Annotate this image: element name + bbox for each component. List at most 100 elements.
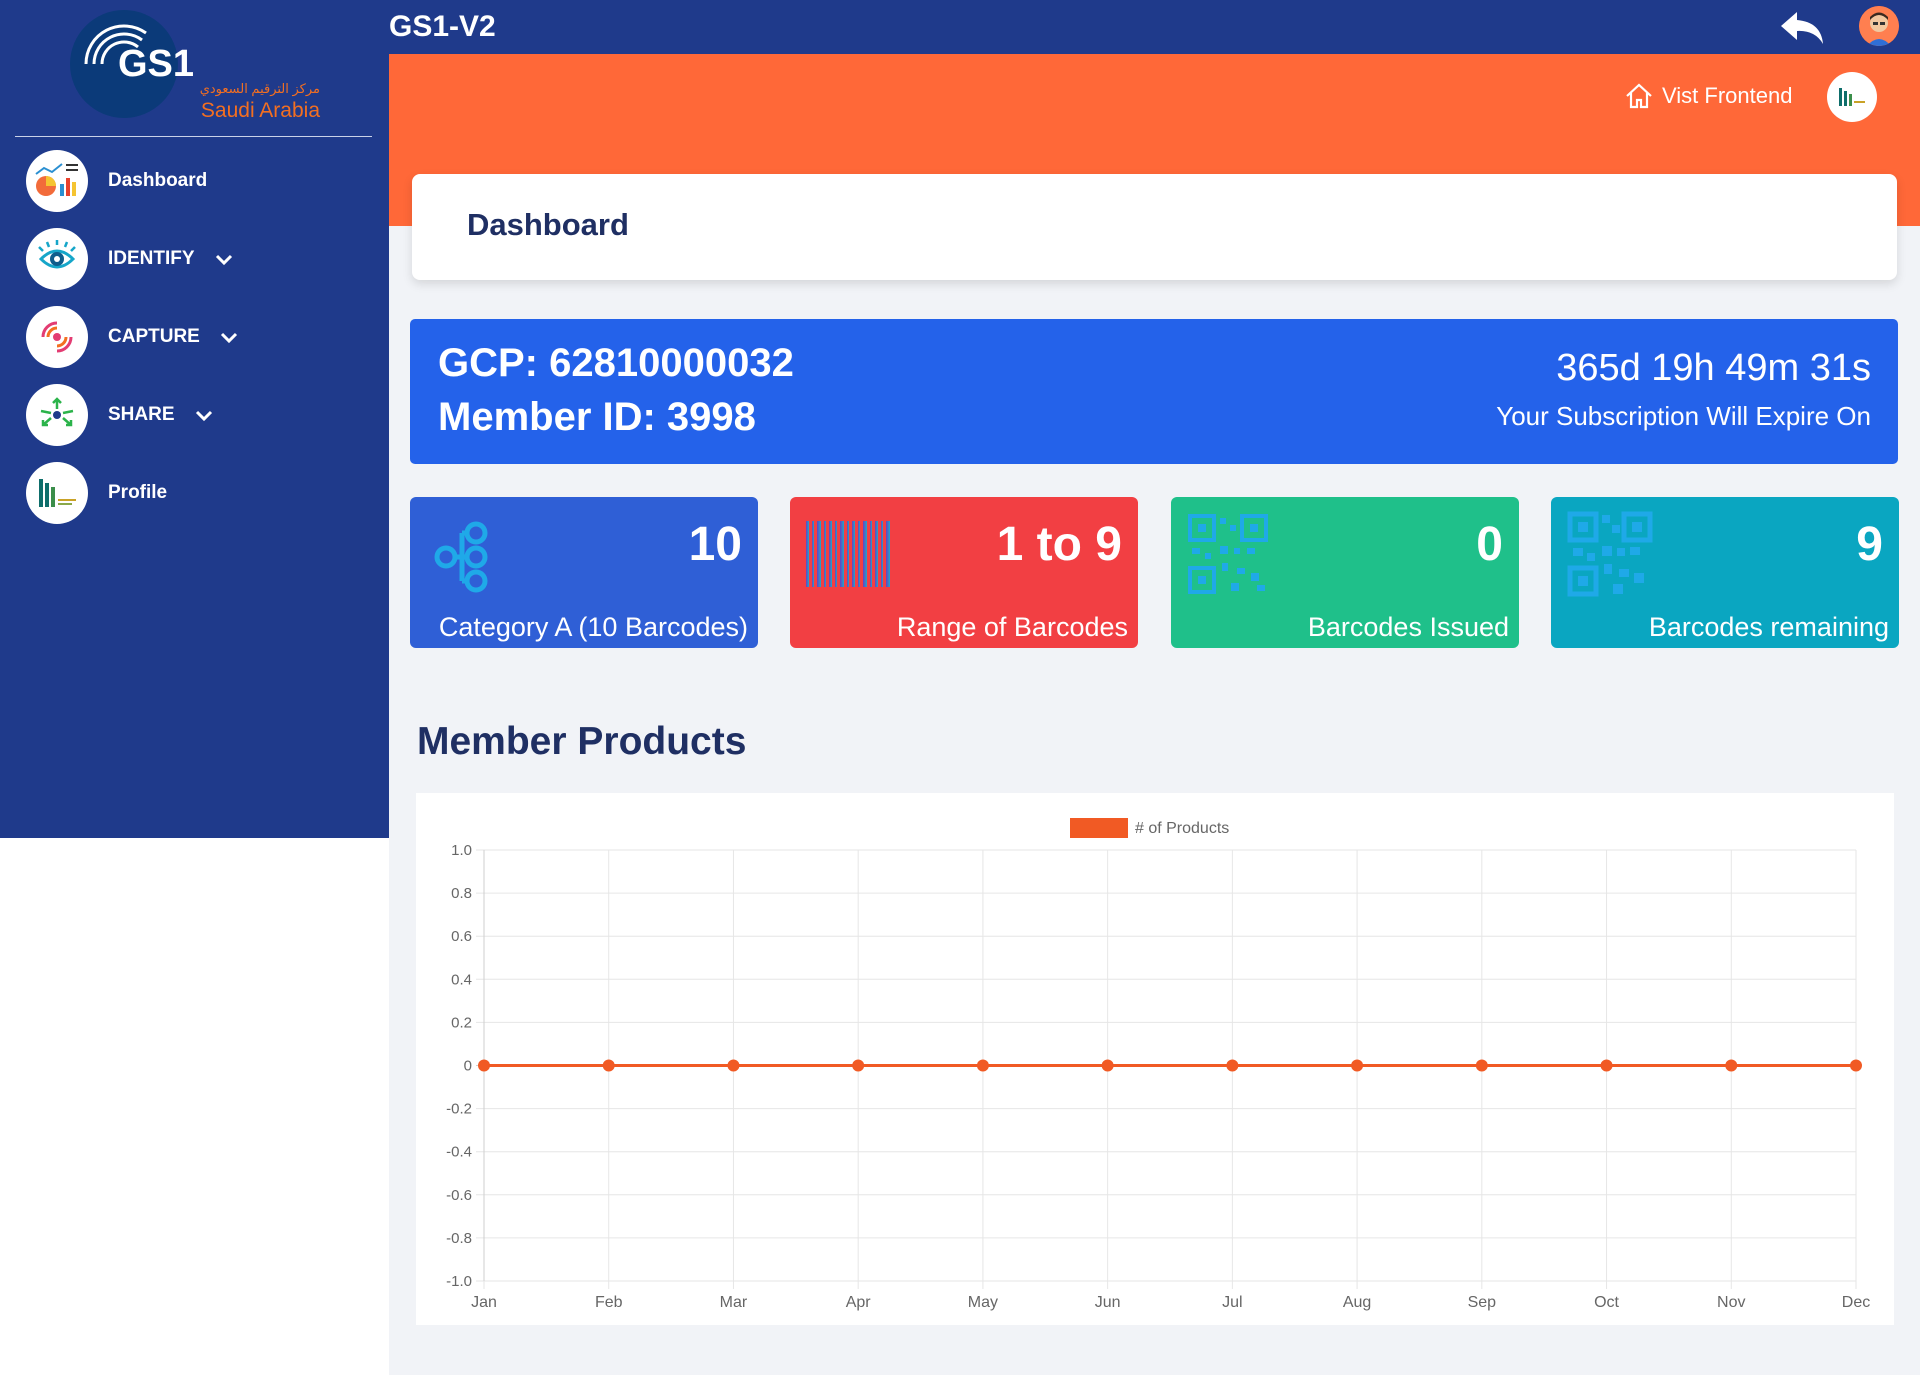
sidebar-item-label: CAPTURE (108, 326, 200, 347)
chart-series (478, 1059, 1862, 1072)
dashboard-icon (26, 150, 88, 212)
sidebar-item-identify[interactable]: IDENTIFY (26, 228, 235, 290)
subscription-expire-label: Your Subscription Will Expire On (1496, 401, 1871, 431)
x-tick-label: Jun (1095, 1294, 1121, 1311)
logo-divider (15, 136, 372, 137)
subscription-banner: GCP: 62810000032 Member ID: 3998 365d 19… (410, 319, 1898, 464)
sidebar-item-label: Dashboard (108, 170, 208, 191)
logo-arabic: مركز الترقيم السعودي (200, 81, 320, 97)
x-tick-label: Dec (1842, 1294, 1870, 1311)
x-tick-label: Mar (720, 1294, 748, 1311)
member-products-chart: 1.0 0.8 0.6 0.4 0.2 0 -0.2 -0.4 -0.6 -0.8 -1.0 Jan… (416, 793, 1894, 1325)
line-chart: 1.0 0.8 0.6 0.4 0.2 0 -0.2 -0.4 -0.6 -0.8 -1.0 Jan… (446, 818, 1870, 1311)
data-point (727, 1059, 740, 1072)
sidebar-item-profile[interactable]: Profile (26, 462, 167, 524)
chart-grid (476, 849, 1857, 1289)
y-tick-label: -1.0 (446, 1273, 472, 1290)
reply-icon[interactable] (1777, 6, 1827, 48)
capture-target-icon (26, 306, 88, 368)
x-tick-label: Sep (1468, 1294, 1497, 1311)
x-tick-label: Aug (1343, 1294, 1371, 1311)
stat-label: Category A (10 Barcodes) (438, 612, 748, 642)
subscription-countdown: 365d 19h 49m 31s (1556, 347, 1871, 389)
x-tick-label: Feb (595, 1294, 623, 1311)
page-title: Dashboard (467, 207, 629, 242)
y-tick-label: -0.2 (446, 1101, 472, 1118)
x-tick-label: Jan (471, 1294, 497, 1311)
data-point (602, 1059, 615, 1072)
stat-label: Barcodes Issued (1307, 612, 1509, 642)
y-axis-labels: 1.0 0.8 0.6 0.4 0.2 0 -0.2 -0.4 -0.6 -0.8 -1.0 (446, 842, 472, 1290)
y-tick-label: -0.8 (446, 1230, 472, 1247)
sidebar-item-capture[interactable]: CAPTURE (26, 306, 240, 368)
x-tick-label: Nov (1717, 1294, 1745, 1311)
category-nodes-icon (434, 521, 488, 593)
data-point (1101, 1059, 1114, 1072)
visit-frontend-label: Vist Frontend (1662, 83, 1793, 108)
stat-value: 9 (1856, 518, 1883, 571)
y-tick-label: -0.4 (446, 1144, 472, 1161)
y-tick-label: 0.8 (451, 885, 472, 902)
visit-frontend-link[interactable]: Vist Frontend (1624, 82, 1792, 110)
stat-card-category[interactable]: 10 Category A (10 Barcodes) (410, 497, 758, 648)
stat-label: Barcodes remaining (1648, 612, 1889, 642)
y-tick-label: 0.4 (451, 971, 472, 988)
app-title: GS1-V2 (389, 10, 496, 43)
qr-code-icon (1567, 511, 1653, 597)
member-id: Member ID: 3998 (438, 395, 756, 439)
sidebar-item-label: SHARE (108, 404, 175, 425)
y-tick-label: -0.6 (446, 1187, 472, 1204)
data-point (1226, 1059, 1239, 1072)
data-point (1850, 1059, 1862, 1072)
stat-label: Range of Barcodes (896, 612, 1128, 642)
data-point (1475, 1059, 1488, 1072)
stat-value: 10 (688, 518, 742, 571)
sidebar-item-share[interactable]: SHARE (26, 384, 215, 446)
page-title-card: Dashboard (412, 174, 1897, 280)
data-point (1351, 1059, 1364, 1072)
data-point (852, 1059, 865, 1072)
gcp-number: GCP: 62810000032 (438, 341, 794, 385)
sidebar-item-label: Profile (108, 482, 168, 503)
sidebar-item-dashboard[interactable]: Dashboard (26, 150, 207, 212)
legend-swatch (1070, 818, 1128, 838)
qr-code-icon (1188, 514, 1268, 594)
stat-value: 0 (1476, 518, 1503, 571)
stat-value: 1 to 9 (996, 518, 1122, 571)
y-tick-label: 0 (464, 1058, 472, 1075)
user-avatar-icon[interactable] (1859, 6, 1899, 46)
sidebar-item-label: IDENTIFY (108, 248, 195, 269)
data-point (478, 1059, 490, 1072)
data-point (1600, 1059, 1613, 1072)
stat-card-issued[interactable]: 0 Barcodes Issued (1171, 497, 1519, 648)
barcode-icon (806, 521, 890, 587)
gs1-logo-mark: GS1 مركز الترقيم السعودي Saudi Arabia (70, 10, 320, 122)
y-tick-label: 0.6 (451, 928, 472, 945)
x-tick-label: Oct (1594, 1294, 1619, 1311)
x-tick-label: May (968, 1294, 998, 1311)
sidebar: GS1 مركز الترقيم السعودي Saudi Arabia Da… (0, 0, 389, 838)
x-tick-label: Jul (1222, 1294, 1242, 1311)
profile-brand-icon (26, 462, 88, 524)
y-tick-label: 0.2 (451, 1014, 472, 1031)
stat-card-remaining[interactable]: 9 Barcodes remaining (1551, 497, 1899, 648)
identify-eye-icon (26, 228, 88, 290)
data-point (976, 1059, 989, 1072)
chevron-down-icon[interactable] (213, 248, 235, 270)
logo-country: Saudi Arabia (201, 99, 320, 122)
chevron-down-icon[interactable] (218, 326, 240, 348)
share-arrows-icon (26, 384, 88, 446)
stat-card-range[interactable]: 1 to 9 Range of Barcodes (790, 497, 1138, 648)
logo-gs: GS1 (118, 43, 194, 85)
chevron-down-icon[interactable] (193, 404, 215, 426)
x-axis-labels: Jan Feb Mar Apr May Jun Jul Aug Sep Oct Nov Dec (471, 1294, 1870, 1311)
gs1-logo[interactable]: GS1 مركز الترقيم السعودي Saudi Arabia (70, 8, 330, 123)
home-icon (1626, 83, 1652, 109)
x-tick-label: Apr (846, 1294, 872, 1311)
chart-legend[interactable]: # of Products (1070, 818, 1229, 838)
section-title: Member Products (417, 720, 747, 763)
legend-label: # of Products (1135, 820, 1229, 837)
data-point (1725, 1059, 1738, 1072)
brand-logo-icon[interactable] (1827, 72, 1877, 122)
y-tick-label: 1.0 (451, 842, 472, 859)
